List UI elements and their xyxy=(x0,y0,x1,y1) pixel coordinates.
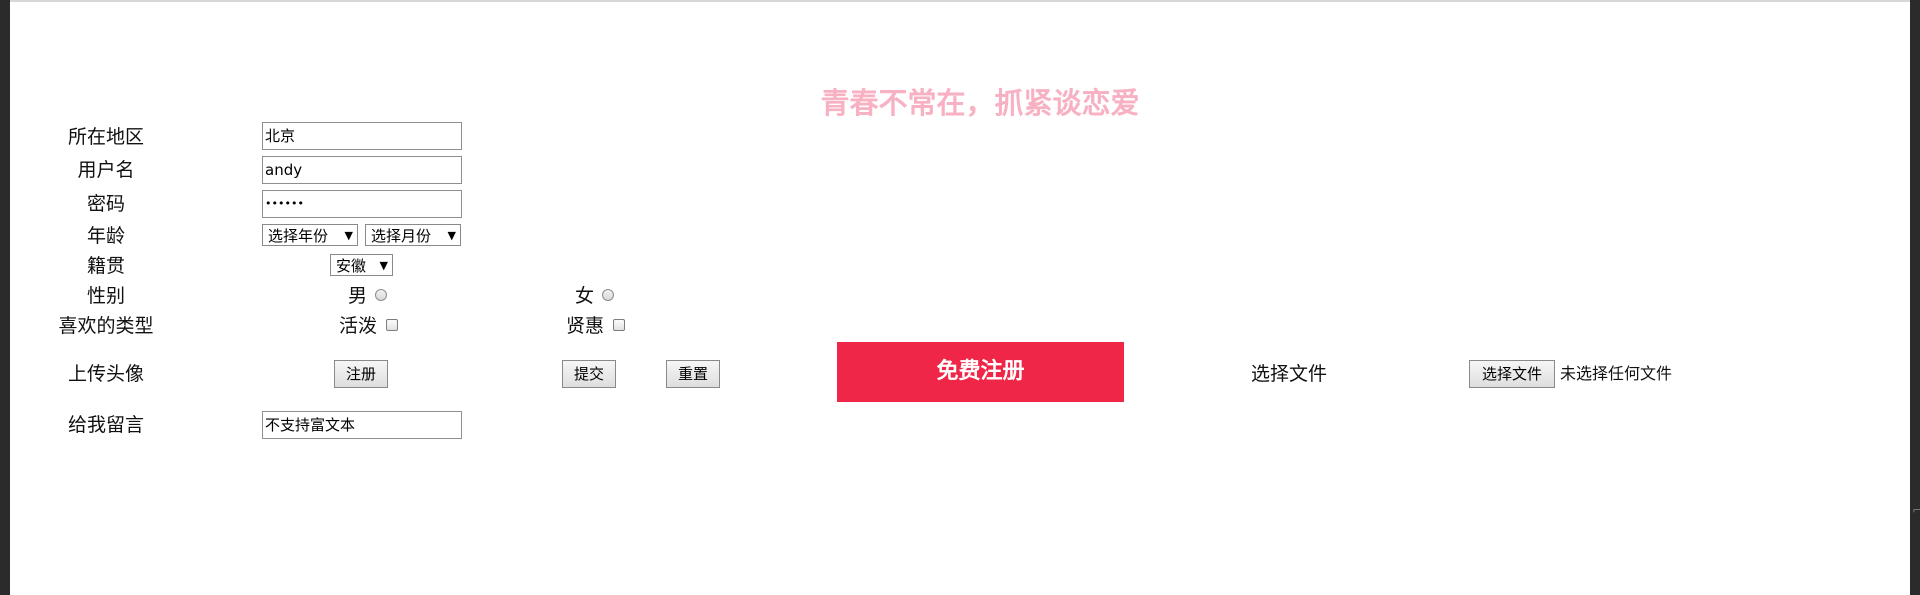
message-label: 给我留言 xyxy=(67,414,145,436)
region-label: 所在地区 xyxy=(67,126,145,148)
gender-male-radio[interactable] xyxy=(375,289,387,301)
month-select[interactable]: 选择月份 ▼ xyxy=(365,224,461,246)
gender-female-label: 女 xyxy=(575,285,595,307)
resize-handle-icon[interactable]: ⌐ xyxy=(1912,504,1920,516)
gender-female-radio[interactable] xyxy=(602,289,614,301)
reset-button[interactable]: 重置 xyxy=(666,360,720,388)
gender-male-label: 男 xyxy=(348,285,368,307)
age-label: 年龄 xyxy=(86,225,126,247)
gender-label: 性别 xyxy=(86,285,126,307)
message-input[interactable]: 不支持富文本 xyxy=(262,411,462,439)
file-label: 选择文件 xyxy=(1250,363,1328,385)
year-select-value: 选择年份 xyxy=(268,227,329,245)
page-title: 青春不常在，抓紧谈恋爱 xyxy=(820,86,1140,120)
region-input[interactable]: 北京 xyxy=(262,122,462,150)
liked-type-label: 喜欢的类型 xyxy=(58,315,154,337)
username-label: 用户名 xyxy=(77,159,135,181)
liked-type-option1-checkbox[interactable] xyxy=(386,319,398,331)
chevron-down-icon: ▼ xyxy=(447,229,456,242)
free-register-button[interactable]: 免费注册 xyxy=(837,342,1124,402)
month-select-value: 选择月份 xyxy=(371,227,432,245)
hometown-select[interactable]: 安徽 ▼ xyxy=(330,254,393,276)
file-status-text: 未选择任何文件 xyxy=(1560,364,1673,383)
chevron-down-icon: ▼ xyxy=(344,229,353,242)
register-button[interactable]: 注册 xyxy=(334,360,388,388)
hometown-select-value: 安徽 xyxy=(336,257,367,275)
liked-type-option2-label: 贤惠 xyxy=(566,315,605,337)
username-input[interactable]: andy xyxy=(262,156,462,184)
avatar-label: 上传头像 xyxy=(67,363,145,385)
chevron-down-icon: ▼ xyxy=(379,259,388,272)
password-input[interactable]: •••••• xyxy=(262,190,462,218)
year-select[interactable]: 选择年份 ▼ xyxy=(262,224,358,246)
submit-button[interactable]: 提交 xyxy=(562,360,616,388)
password-label: 密码 xyxy=(86,193,126,215)
liked-type-option2-checkbox[interactable] xyxy=(613,319,625,331)
page-viewport: 青春不常在，抓紧谈恋爱 所在地区 北京 用户名 andy 密码 •••••• 年… xyxy=(10,0,1910,595)
hometown-label: 籍贯 xyxy=(86,255,126,277)
liked-type-option1-label: 活泼 xyxy=(339,315,378,337)
choose-file-button[interactable]: 选择文件 xyxy=(1469,360,1555,388)
